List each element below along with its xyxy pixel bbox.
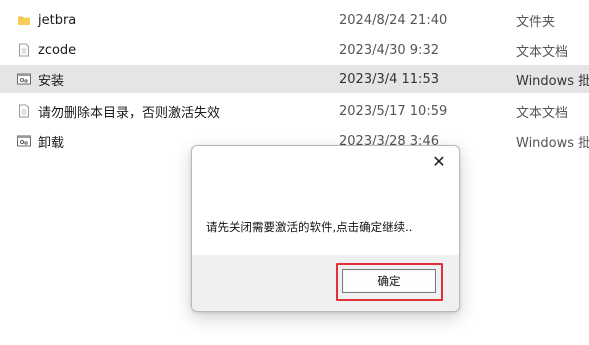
file-row-jetbra[interactable]: jetbra 2024/8/24 21:40 文件夹 bbox=[0, 6, 589, 34]
file-name-cell: zcode bbox=[17, 43, 76, 58]
file-name: 请勿删除本目录，否则激活失效 bbox=[38, 105, 221, 121]
file-type: 文本文档 bbox=[516, 105, 569, 121]
file-row-install[interactable]: 安装 2023/3/4 11:53 Windows 批 bbox=[0, 65, 589, 93]
batch-file-icon bbox=[17, 134, 31, 148]
folder-icon bbox=[17, 13, 31, 27]
dialog-footer: 确定 bbox=[192, 255, 459, 311]
close-icon[interactable]: ✕ bbox=[427, 150, 451, 172]
text-file-icon bbox=[17, 43, 31, 57]
file-date: 2024/8/24 21:40 bbox=[339, 12, 448, 28]
message-dialog: ✕ 请先关闭需要激活的软件,点击确定继续.. 确定 bbox=[191, 145, 460, 312]
file-name: jetbra bbox=[38, 12, 77, 28]
file-name-cell: 安装 bbox=[17, 70, 64, 89]
file-type: 文件夹 bbox=[516, 14, 556, 30]
file-name-cell: 请勿删除本目录，否则激活失效 bbox=[17, 102, 220, 121]
file-date: 2023/3/4 11:53 bbox=[339, 71, 439, 87]
file-name-cell: 卸载 bbox=[17, 132, 64, 151]
text-file-icon bbox=[17, 104, 31, 118]
file-row-readme[interactable]: 请勿删除本目录，否则激活失效 2023/5/17 10:59 文本文档 bbox=[0, 97, 589, 125]
file-name: 安装 bbox=[38, 73, 65, 89]
file-type: Windows 批 bbox=[516, 135, 589, 151]
file-name: zcode bbox=[38, 42, 77, 58]
file-date: 2023/5/17 10:59 bbox=[339, 103, 448, 119]
file-name-cell: jetbra bbox=[17, 13, 76, 28]
batch-file-icon bbox=[17, 72, 31, 86]
file-date: 2023/4/30 9:32 bbox=[339, 42, 439, 58]
file-type: Windows 批 bbox=[516, 73, 589, 89]
ok-button[interactable]: 确定 bbox=[342, 269, 436, 293]
file-type: 文本文档 bbox=[516, 44, 569, 60]
file-name: 卸载 bbox=[38, 135, 65, 151]
dialog-message: 请先关闭需要激活的软件,点击确定继续.. bbox=[206, 220, 413, 234]
file-row-zcode[interactable]: zcode 2023/4/30 9:32 文本文档 bbox=[0, 36, 589, 64]
